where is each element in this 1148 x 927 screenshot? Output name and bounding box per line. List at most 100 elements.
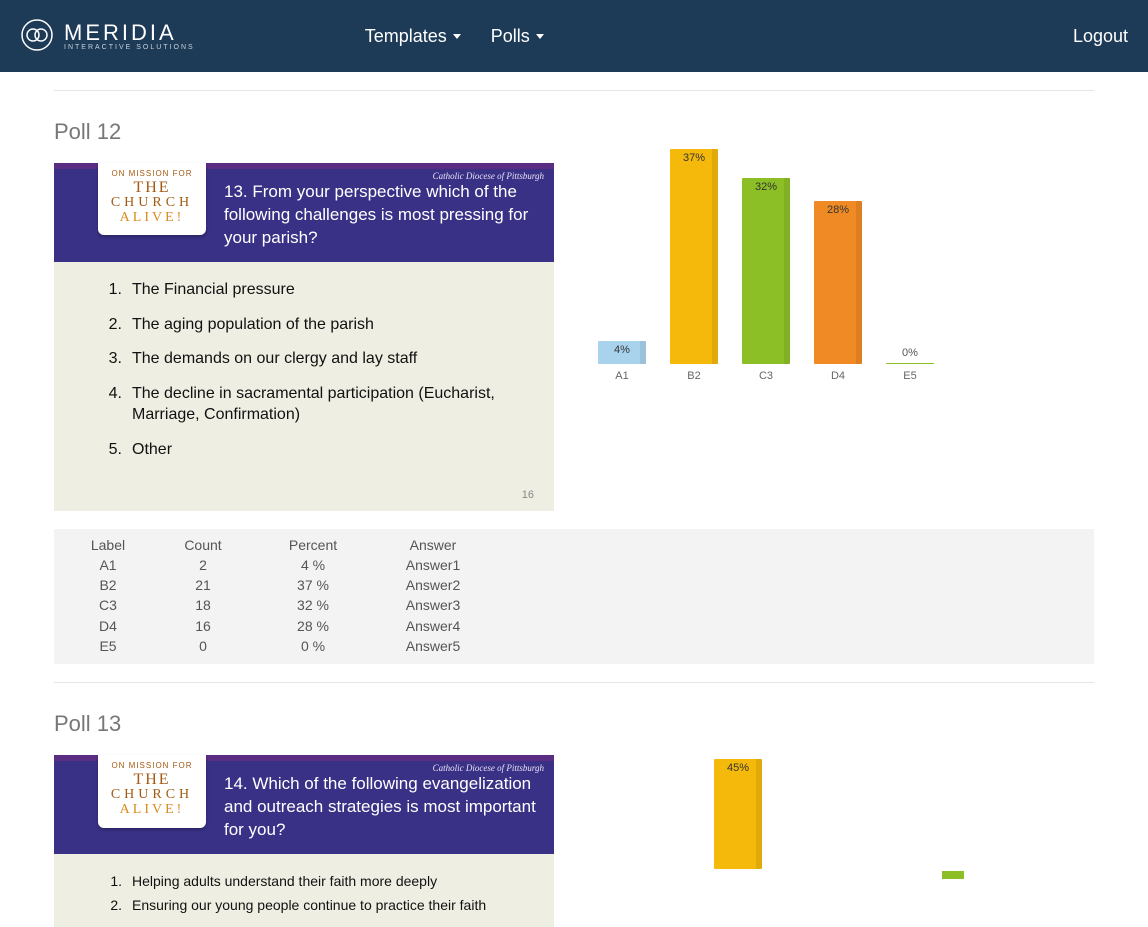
- cell-answer: Answer1: [368, 555, 498, 575]
- navbar: MERIDIA INTERACTIVE SOLUTIONS Templates …: [0, 0, 1148, 72]
- nav-templates[interactable]: Templates: [365, 26, 461, 47]
- chart-bar: 28% D4: [814, 201, 862, 382]
- cell-label: B2: [68, 575, 148, 595]
- option-text: The decline in sacramental participation…: [132, 384, 526, 426]
- option-text: Helping adults understand their faith mo…: [132, 872, 437, 890]
- option-number: 2.: [102, 315, 122, 336]
- bar-category-label: E5: [903, 370, 916, 382]
- slide-option: 3. The demands on our clergy and lay staf…: [102, 349, 526, 370]
- ribbon-line-3: ALIVE!: [102, 802, 202, 817]
- option-number: 4.: [102, 384, 122, 426]
- option-text: The aging population of the parish: [132, 315, 374, 336]
- cell-count: 0: [148, 636, 258, 656]
- bar-value-label: 0%: [886, 347, 934, 359]
- bar-category-label: B2: [687, 370, 700, 382]
- col-header-label: Label: [68, 535, 148, 555]
- bar-value-label: 28%: [814, 204, 862, 216]
- slide-option: 1. The Financial pressure: [102, 280, 526, 301]
- slide-options: 1. The Financial pressure 2. The aging popu…: [54, 262, 554, 481]
- ribbon-line-2: CHURCH: [102, 196, 202, 210]
- option-text: The Financial pressure: [132, 280, 295, 301]
- option-number: 3.: [102, 349, 122, 370]
- bar-category-label: A1: [615, 370, 628, 382]
- bar-value-label: 45%: [714, 762, 762, 774]
- ribbon-line-top: ON MISSION FOR: [102, 169, 202, 178]
- chevron-down-icon: [536, 34, 544, 39]
- chevron-down-icon: [453, 34, 461, 39]
- option-number: 1.: [102, 280, 122, 301]
- ribbon-line-top: ON MISSION FOR: [102, 761, 202, 770]
- bar-value-label: 32%: [742, 181, 790, 193]
- option-number: 2.: [102, 896, 122, 914]
- table-row: C31832 %Answer3: [54, 595, 1094, 615]
- cell-count: 18: [148, 595, 258, 615]
- nav-templates-label: Templates: [365, 26, 447, 47]
- col-header-answer: Answer: [368, 535, 498, 555]
- poll-12-chart: 4%A137%B232%C328%D40%E5: [594, 167, 994, 427]
- option-text: Ensuring our young people continue to pr…: [132, 896, 486, 914]
- cell-answer: Answer3: [368, 595, 498, 615]
- cell-count: 16: [148, 616, 258, 636]
- slide-options: 1. Helping adults understand their faith …: [54, 854, 554, 926]
- bar-category-label: D4: [831, 370, 845, 382]
- nav-polls[interactable]: Polls: [491, 26, 544, 47]
- cell-percent: 37 %: [258, 575, 368, 595]
- slide-option: 4.The decline in sacramental participati…: [102, 384, 526, 426]
- chart-bar: 32%C3: [742, 178, 790, 382]
- table-row: E500 %Answer5: [54, 636, 1094, 656]
- poll-13-heading: Poll 13: [54, 711, 1094, 737]
- cell-label: C3: [68, 595, 148, 615]
- bar-value-label: 37%: [670, 152, 718, 164]
- brand[interactable]: MERIDIA INTERACTIVE SOLUTIONS: [20, 18, 195, 55]
- cell-percent: 0 %: [258, 636, 368, 656]
- option-number: 5.: [102, 440, 122, 461]
- cell-answer: Answer2: [368, 575, 498, 595]
- ribbon-line-3: ALIVE!: [102, 210, 202, 225]
- brand-subtitle: INTERACTIVE SOLUTIONS: [64, 44, 195, 51]
- slide-header: ON MISSION FOR THE CHURCH ALIVE! Catholi…: [54, 169, 554, 262]
- table-row: D41628 %Answer4: [54, 616, 1094, 636]
- logout-link[interactable]: Logout: [1073, 26, 1128, 47]
- cell-count: 2: [148, 555, 258, 575]
- ribbon-line-2: CHURCH: [102, 788, 202, 802]
- option-number: 1.: [102, 872, 122, 890]
- slide-option: 1. Helping adults understand their faith …: [102, 872, 526, 890]
- table-header-row: Label Count Percent Answer: [54, 535, 1094, 555]
- poll-12-results-table: Label Count Percent Answer A124 %Answer1…: [54, 529, 1094, 665]
- bar-value-label: 4%: [598, 344, 646, 356]
- chart-bar: 37% B2: [670, 149, 718, 382]
- divider: [54, 90, 1094, 91]
- cell-percent: 28 %: [258, 616, 368, 636]
- divider: [54, 682, 1094, 683]
- poll-13-chart: 45%: [594, 759, 994, 879]
- chart-bar: 0%E5: [886, 363, 934, 382]
- cell-answer: Answer4: [368, 616, 498, 636]
- cell-label: E5: [68, 636, 148, 656]
- chart-bar: 4% A1: [598, 341, 646, 382]
- brand-text: MERIDIA INTERACTIVE SOLUTIONS: [64, 22, 195, 51]
- cell-percent: 32 %: [258, 595, 368, 615]
- cell-percent: 4 %: [258, 555, 368, 575]
- slide-option: 5.Other: [102, 440, 526, 461]
- chart-bar: 45%: [714, 759, 762, 869]
- ribbon-line-1: THE: [102, 772, 202, 788]
- brand-logo-icon: [20, 18, 54, 55]
- cell-count: 21: [148, 575, 258, 595]
- brand-name: MERIDIA: [64, 22, 195, 44]
- chart-bar-partial: [942, 871, 964, 879]
- slide-header: ON MISSION FOR THE CHURCH ALIVE! Catholi…: [54, 761, 554, 854]
- table-row: B22137 %Answer2: [54, 575, 1094, 595]
- poll-12-slide: ON MISSION FOR THE CHURCH ALIVE! Catholi…: [54, 163, 554, 511]
- col-header-percent: Percent: [258, 535, 368, 555]
- option-text: The demands on our clergy and lay staff: [132, 349, 417, 370]
- slide-subtitle: Catholic Diocese of Pittsburgh: [433, 763, 544, 773]
- poll-12-block: ON MISSION FOR THE CHURCH ALIVE! Catholi…: [54, 163, 1094, 511]
- poll-12-heading: Poll 12: [54, 119, 1094, 145]
- cell-label: D4: [68, 616, 148, 636]
- nav-polls-label: Polls: [491, 26, 530, 47]
- slide-page-number: 16: [522, 489, 534, 501]
- slide-option: 2. The aging population of the parish: [102, 315, 526, 336]
- table-row: A124 %Answer1: [54, 555, 1094, 575]
- ribbon-line-1: THE: [102, 180, 202, 196]
- slide-option: 2. Ensuring our young people continue to …: [102, 896, 526, 914]
